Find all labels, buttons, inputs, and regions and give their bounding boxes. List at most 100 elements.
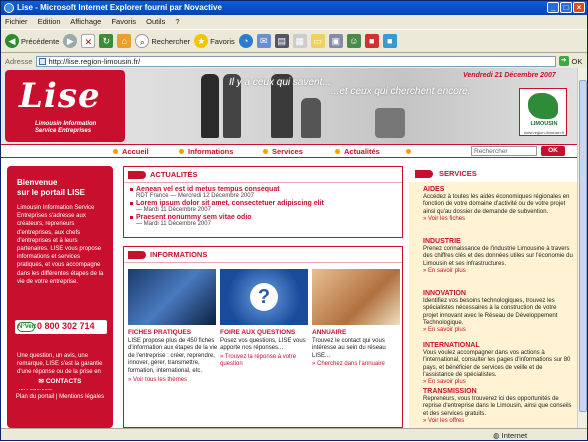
forward-button[interactable]: ▶ xyxy=(63,34,78,48)
nav-accueil[interactable]: Accueil xyxy=(122,147,149,156)
person-figure xyxy=(201,74,219,138)
menu-help[interactable]: ? xyxy=(175,17,179,26)
history-button[interactable]: ◔ xyxy=(238,34,253,48)
service-text: Identifiez vos besoins technologiques, t… xyxy=(423,298,558,326)
flag-icon xyxy=(128,251,146,259)
minimize-button[interactable]: _ xyxy=(547,2,559,13)
region-limousin-logo[interactable]: LIMOUSIN www.region-limousin.fr xyxy=(519,88,567,136)
service-link-label: En savoir plus xyxy=(428,327,466,334)
welcome-heading: Bienvenue sur le portail LISE xyxy=(17,178,85,198)
address-bar: Adresse http://lise.region-limousin.fr/ … xyxy=(1,54,587,68)
site-search-button[interactable]: OK xyxy=(541,146,565,156)
search-label: Rechercher xyxy=(151,36,191,46)
page-icon xyxy=(38,57,46,65)
address-input[interactable]: http://lise.region-limousin.fr/ xyxy=(35,55,556,67)
person-figure xyxy=(375,108,405,138)
service-link[interactable]: » En savoir plus xyxy=(423,327,573,334)
service-text: Accédez à toutes les aides économiques r… xyxy=(423,194,570,215)
discuss-button[interactable]: ▣ xyxy=(328,34,343,48)
region-url: www.region-limousin.fr xyxy=(523,130,565,135)
service-title[interactable]: INNOVATION xyxy=(423,290,573,297)
home-button[interactable]: ⌂ xyxy=(117,34,132,48)
footer-links[interactable]: Plan du portail | Mentions légales xyxy=(7,390,113,404)
browser-window: Lise - Microsoft Internet Explorer fourn… xyxy=(0,0,588,441)
address-label: Adresse xyxy=(5,56,33,66)
news-title[interactable]: Aenean vel est id metus tempus consequat xyxy=(130,186,396,193)
service-link[interactable]: » En savoir plus xyxy=(423,379,573,386)
info-faq-link-label: Trouvez la réponse à votre question xyxy=(220,353,297,368)
tool-red-button[interactable]: ■ xyxy=(364,34,379,48)
news-date: RDT France — Mercredi 12 Décembre 2007 xyxy=(136,193,254,199)
maximize-button[interactable]: □ xyxy=(560,2,572,13)
menu-edition[interactable]: Edition xyxy=(38,17,61,26)
lise-logo[interactable]: Lise Limousin Information Service Entrep… xyxy=(5,70,125,142)
info-annuaire-title[interactable]: ANNUAIRE xyxy=(312,329,402,337)
current-date: Vendredi 21 Décembre 2007 xyxy=(463,72,556,79)
nav-informations[interactable]: Informations xyxy=(188,147,233,156)
annuaire-image[interactable] xyxy=(312,269,400,325)
favorites-button[interactable]: ★ Favoris xyxy=(194,34,235,48)
folder-button[interactable]: ▭ xyxy=(310,34,325,48)
logo-subtitle: Limousin Information Service Entreprises xyxy=(35,121,96,135)
site-search-input[interactable]: Rechercher xyxy=(471,146,537,156)
actualites-box: ACTUALITÉS Aenean vel est id metus tempu… xyxy=(123,166,403,238)
question-mark-icon: ? xyxy=(250,283,278,311)
service-title[interactable]: INDUSTRIE xyxy=(423,238,573,245)
contacts-label: CONTACTS xyxy=(45,378,82,385)
info-faq-title[interactable]: FOIRE AUX QUESTIONS xyxy=(220,329,310,337)
info-annuaire-link[interactable]: » Cherchez dans l'annuaire xyxy=(312,361,402,369)
info-fiches-link[interactable]: » Voir tous les thèmes xyxy=(128,377,218,385)
nav-services[interactable]: Services xyxy=(272,147,303,156)
faq-image[interactable]: ? xyxy=(220,269,308,325)
edit-button[interactable]: ▦ xyxy=(292,34,307,48)
search-button[interactable]: ⌕ Rechercher xyxy=(135,34,190,48)
welcome-heading-line-1: Bienvenue xyxy=(17,178,58,187)
region-map-icon xyxy=(528,93,558,119)
go-arrow-icon[interactable]: ➜ xyxy=(558,56,569,66)
nav-actualites[interactable]: Actualités xyxy=(344,147,380,156)
info-fiches-title[interactable]: FICHES PRATIQUES xyxy=(128,329,218,337)
services-panel: SERVICES AIDES Accédez à toutes les aide… xyxy=(409,166,577,428)
welcome-heading-line-2: sur le portail LISE xyxy=(17,188,86,197)
print-button[interactable]: ▤ xyxy=(274,34,289,48)
contacts-button[interactable]: ✉ CONTACTS xyxy=(7,375,113,389)
nav-dot-icon xyxy=(263,149,268,154)
stop-button[interactable]: ✕ xyxy=(81,34,96,48)
go-button[interactable]: OK xyxy=(572,57,583,66)
nav-dot-icon xyxy=(406,149,411,154)
person-figure xyxy=(301,98,321,138)
service-transmission: TRANSMISSION Repreneurs, vous trouverez … xyxy=(423,388,573,425)
menu-affichage[interactable]: Affichage xyxy=(70,17,101,26)
service-link[interactable]: » Voir les fiches xyxy=(423,216,573,223)
numero-vert[interactable]: N°Vert 0 800 302 714 xyxy=(15,320,107,334)
refresh-button[interactable]: ↻ xyxy=(99,34,114,48)
service-link[interactable]: » En savoir plus xyxy=(423,268,573,275)
informations-header: INFORMATIONS xyxy=(124,247,402,263)
nav-dot-icon xyxy=(179,149,184,154)
menu-outils[interactable]: Outils xyxy=(146,17,165,26)
service-link[interactable]: » Voir les offres xyxy=(423,418,573,425)
service-title[interactable]: AIDES xyxy=(423,186,573,193)
menu-bar: Fichier Edition Affichage Favoris Outils… xyxy=(1,15,587,28)
news-title[interactable]: Praesent nonummy sem vitae odio xyxy=(130,214,396,221)
close-button[interactable]: × xyxy=(573,2,585,13)
info-faq-link[interactable]: » Trouvez la réponse à votre question xyxy=(220,354,310,369)
service-title[interactable]: TRANSMISSION xyxy=(423,388,573,395)
menu-fichier[interactable]: Fichier xyxy=(5,17,28,26)
service-link-label: Voir les offres xyxy=(428,417,465,424)
scrollbar-thumb[interactable] xyxy=(579,80,587,412)
tool-blue-button[interactable]: ■ xyxy=(382,34,397,48)
service-title[interactable]: INTERNATIONAL xyxy=(423,342,573,349)
info-faq-text: Posez vos questions, LISE vous apporte n… xyxy=(220,337,306,352)
news-title[interactable]: Lorem ipsum dolor sit amet, consectetuer… xyxy=(130,200,396,207)
info-fiches-link-label: Voir tous les thèmes xyxy=(133,376,188,383)
back-button[interactable]: ◀ Précédente xyxy=(5,34,59,48)
mail-button[interactable]: ✉ xyxy=(256,34,271,48)
tagline-1: Il y a ceux qui savent... xyxy=(229,77,331,88)
fiches-image[interactable] xyxy=(128,269,216,325)
info-faq: FOIRE AUX QUESTIONS Posez vos questions,… xyxy=(220,329,310,369)
messenger-button[interactable]: ☺ xyxy=(346,34,361,48)
main-content: ACTUALITÉS Aenean vel est id metus tempu… xyxy=(123,166,403,428)
vertical-scrollbar[interactable] xyxy=(577,68,587,428)
menu-favoris[interactable]: Favoris xyxy=(111,17,136,26)
